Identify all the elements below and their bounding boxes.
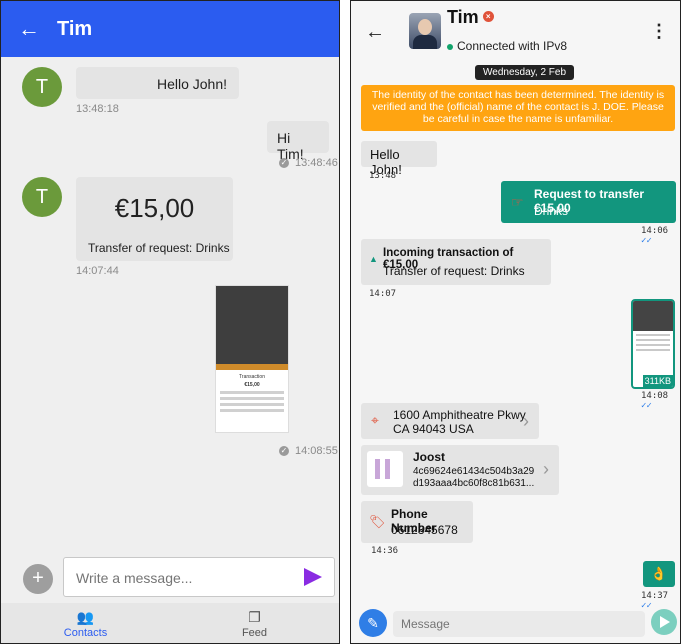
send-icon[interactable] bbox=[304, 568, 322, 586]
double-check-icon: ✓✓ bbox=[641, 401, 652, 411]
message-time: 14:07 bbox=[369, 289, 397, 299]
nav-contacts[interactable]: 👥 Contacts bbox=[1, 603, 170, 643]
incoming-transaction-message[interactable]: ▲ Incoming transaction of €15,00 Transfe… bbox=[361, 239, 551, 285]
screenshot-attachment[interactable]: Transaction €15,00 bbox=[215, 285, 289, 433]
feed-icon: ❐ bbox=[248, 609, 261, 625]
add-button[interactable]: + bbox=[23, 564, 53, 594]
thumbnail-title: Transaction bbox=[239, 374, 265, 380]
thumbnail-amount: €15,00 bbox=[244, 382, 260, 388]
contact-avatar[interactable] bbox=[409, 13, 441, 49]
message-time: ✓ 13:48:46 bbox=[279, 157, 338, 169]
check-icon: ✓ bbox=[279, 158, 289, 169]
right-app-screen: ← Tim × Connected with IPv8 ⋮ Wednesday, … bbox=[350, 0, 681, 644]
transfer-description: Transfer of request: Drinks bbox=[88, 241, 230, 255]
message-time: ✓ 14:08:55 bbox=[279, 445, 338, 457]
location-message[interactable]: ⌖ 1600 Amphitheatre Pkwy CA 94043 USA › bbox=[361, 403, 539, 439]
message-time: 13:48:18 bbox=[76, 103, 119, 115]
tag-icon: 🏷 bbox=[369, 514, 386, 529]
transfer-request-message[interactable]: ☞ Request to transfer €15,00 Drinks bbox=[501, 181, 676, 223]
outgoing-message: Hi Tim! bbox=[267, 121, 329, 162]
message-time: 14:08 ✓✓ bbox=[641, 391, 669, 411]
arrow-up-icon: ▲ bbox=[369, 254, 378, 264]
identicon-icon bbox=[367, 451, 403, 487]
chevron-right-icon: › bbox=[523, 411, 529, 431]
message-input-box[interactable] bbox=[393, 611, 645, 637]
message-time: 14:37 ✓✓ bbox=[641, 591, 669, 611]
chat-header: ← Tim bbox=[1, 1, 339, 57]
thumbs-up-icon: 👌 bbox=[650, 566, 668, 581]
message-input[interactable] bbox=[401, 617, 631, 631]
image-size: 311KB bbox=[642, 375, 673, 387]
date-separator: Wednesday, 2 Feb bbox=[475, 65, 575, 80]
arrow-left-icon[interactable]: ← bbox=[1, 16, 57, 42]
attach-button[interactable]: ✎ bbox=[359, 609, 387, 637]
contact-name: Tim × bbox=[447, 7, 494, 28]
emoji-message: 👌 bbox=[643, 561, 675, 587]
message-input-box[interactable] bbox=[63, 557, 335, 597]
hand-icon: ☞ bbox=[511, 194, 524, 210]
arrow-left-icon[interactable]: ← bbox=[365, 21, 385, 44]
contact-avatar[interactable]: T bbox=[22, 67, 62, 107]
phone-number-message[interactable]: 🏷 Phone Number 0612345678 bbox=[361, 501, 473, 543]
message-time: 14:36 bbox=[371, 546, 399, 556]
message-time: 13:48 bbox=[369, 171, 397, 181]
chat-header: ← Tim × Connected with IPv8 ⋮ bbox=[351, 1, 680, 59]
location-pin-icon: ⌖ bbox=[371, 412, 379, 428]
send-button[interactable] bbox=[651, 609, 677, 635]
contact-card-message[interactable]: Joost 4c69624e61434c504b3a29 d193aaa4bc6… bbox=[361, 445, 559, 495]
identity-warning: The identity of the contact has been det… bbox=[361, 85, 675, 131]
bottom-nav: 👥 Contacts ❐ Feed bbox=[1, 603, 339, 643]
connection-status: Connected with IPv8 bbox=[447, 39, 567, 53]
message-time: 14:07:44 bbox=[76, 265, 119, 277]
paperclip-icon: ✎ bbox=[367, 615, 379, 631]
image-message[interactable]: 311KB bbox=[631, 299, 675, 389]
left-app-screen: ← Tim T Hello John! 13:48:18 Hi Tim! ✓ 13… bbox=[0, 0, 340, 644]
incoming-message: Hello John! bbox=[361, 141, 437, 177]
people-icon: 👥 bbox=[76, 609, 95, 625]
double-check-icon: ✓✓ bbox=[641, 601, 652, 611]
chat-title: Tim bbox=[57, 17, 93, 40]
double-check-icon: ✓✓ bbox=[641, 236, 652, 246]
error-badge-icon: × bbox=[482, 11, 494, 22]
incoming-message: Hello John! bbox=[76, 67, 239, 99]
nav-feed[interactable]: ❐ Feed bbox=[170, 603, 339, 643]
message-time: 14:06 ✓✓ bbox=[641, 226, 669, 246]
online-dot-icon bbox=[447, 43, 453, 50]
more-vert-icon[interactable]: ⋮ bbox=[650, 21, 668, 42]
contact-avatar[interactable]: T bbox=[22, 177, 62, 217]
chevron-right-icon: › bbox=[543, 459, 549, 479]
transfer-amount: €15,00 bbox=[114, 193, 195, 223]
message-input[interactable] bbox=[76, 570, 286, 586]
transfer-message[interactable]: €15,00 Transfer of request: Drinks bbox=[76, 177, 233, 261]
check-icon: ✓ bbox=[279, 446, 289, 457]
